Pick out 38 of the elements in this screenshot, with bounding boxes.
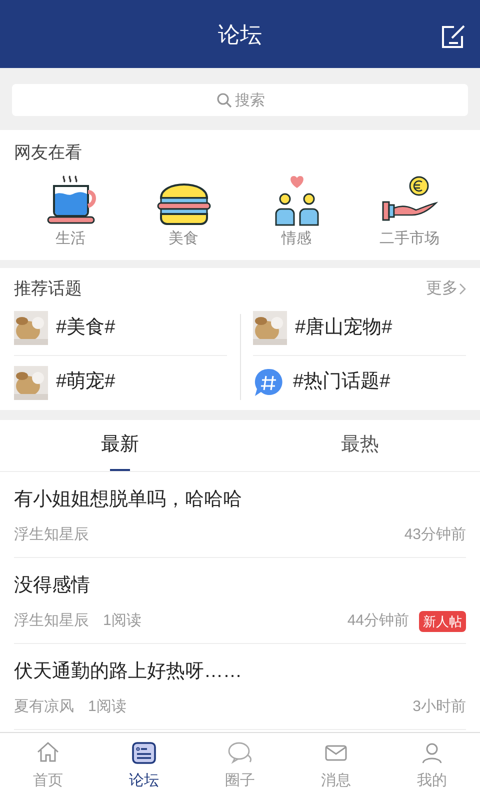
topic-link[interactable]: #唐山宠物#: [295, 314, 392, 342]
nav-tab[interactable]: 消息: [288, 733, 384, 800]
nav-tab[interactable]: 我的: [384, 733, 480, 800]
post-author[interactable]: 夏有凉风: [14, 696, 74, 718]
post-author[interactable]: 浮生知星辰: [14, 610, 89, 632]
read-count: 1阅读: [103, 611, 142, 631]
post-time: 44分钟前: [347, 611, 409, 631]
edit-icon[interactable]: [440, 24, 466, 50]
post-time: 43分钟前: [404, 525, 466, 545]
category-label[interactable]: 情感: [282, 228, 312, 250]
nav-tab[interactable]: 圈子: [192, 733, 288, 800]
category-label[interactable]: 美食: [168, 228, 198, 250]
more-link[interactable]: 更多: [426, 276, 466, 301]
category-label[interactable]: 生活: [56, 228, 86, 250]
topic-link[interactable]: #美食#: [56, 314, 116, 342]
search-field[interactable]: 搜索: [12, 84, 468, 116]
read-count: 1阅读: [88, 697, 126, 717]
post-time: 3小时前: [412, 697, 466, 717]
page-title: 论坛: [218, 20, 262, 48]
nav-tab[interactable]: 首页: [0, 733, 96, 800]
hashtag-bubble-icon: [253, 366, 285, 398]
section-title: 网友在看: [14, 142, 83, 164]
post-title[interactable]: 伏天通勤的路上好热呀……: [14, 658, 466, 686]
new-post-badge: 新人帖: [419, 610, 466, 632]
section-title: 推荐话题: [14, 278, 82, 300]
post-title[interactable]: 没得感情: [14, 572, 466, 600]
topic-link[interactable]: #热门话题#: [293, 368, 390, 397]
forum-icon: [131, 740, 157, 766]
chat-bubbles-icon: [227, 740, 253, 766]
feed-tab[interactable]: 最新: [0, 420, 240, 470]
category-label[interactable]: 二手市场: [380, 228, 440, 250]
nav-tab[interactable]: 论坛: [96, 733, 192, 800]
feed-tab[interactable]: 最热: [240, 420, 480, 470]
post-title[interactable]: 有小姐姐想脱单吗，哈哈哈: [14, 486, 466, 514]
post-author[interactable]: 浮生知星辰: [14, 524, 89, 546]
topic-link[interactable]: #萌宠#: [56, 368, 116, 397]
search-icon: [216, 92, 232, 108]
chevron-icon: [458, 282, 466, 295]
